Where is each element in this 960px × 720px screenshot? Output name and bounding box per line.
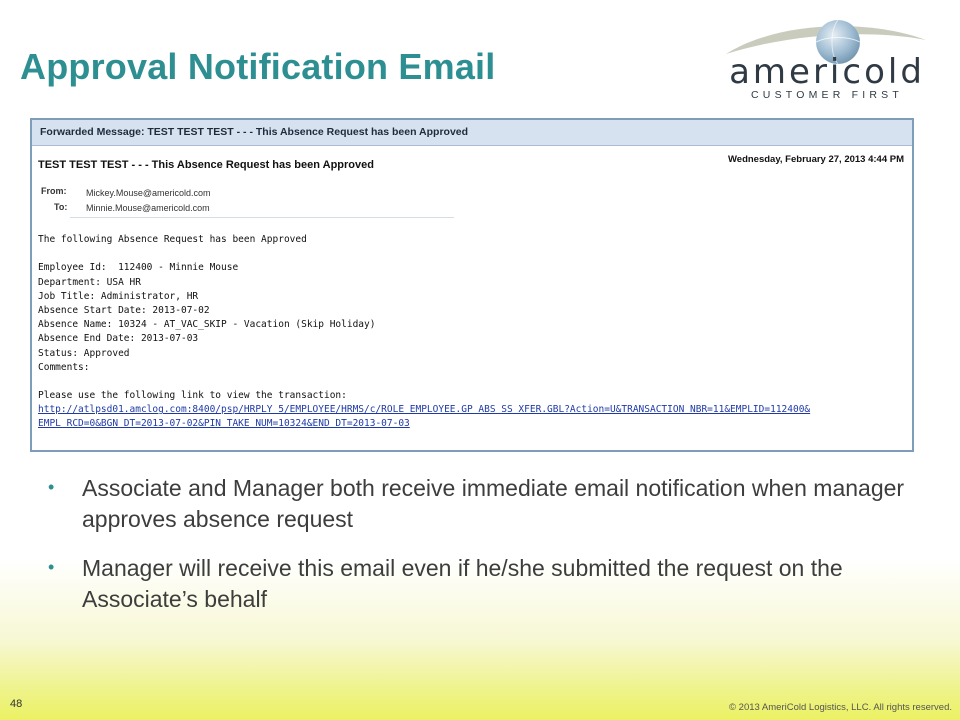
email-forward-bar: Forwarded Message: TEST TEST TEST - - - … [32,120,912,146]
bullet-text: Manager will receive this email even if … [82,555,843,612]
logo-wordmark: americold [729,52,925,92]
logo-tagline: CUSTOMER FIRST [751,89,903,101]
absence-start-date: Absence Start Date: 2013-07-02 [38,304,210,316]
americold-logo: americold CUSTOMER FIRST [716,16,936,104]
department: Department: USA HR [38,276,141,288]
from-address: Mickey.Mouse@americold.com [86,188,211,198]
to-address: Minnie.Mouse@americold.com [86,203,210,213]
bullet-dot-icon: • [48,477,55,497]
comments: Comments: [38,361,90,373]
absence-name: Absence Name: 10324 - AT_VAC_SKIP - Vaca… [38,319,376,331]
transaction-link-line-2[interactable]: EMPL RCD=0&BGN DT=2013-07-02&PIN TAKE NU… [38,418,410,429]
job-title: Job Title: Administrator, HR [38,290,199,302]
email-subject: TEST TEST TEST - - - This Absence Reques… [38,159,374,171]
to-label: To: [54,202,68,212]
email-body: The following Absence Request has been A… [32,219,912,432]
from-label: From: [41,186,67,196]
page-number: 48 [10,698,23,710]
bullet-item: • Associate and Manager both receive imm… [48,473,908,535]
bullet-item: • Manager will receive this email even i… [48,553,908,615]
address-box: Mickey.Mouse@americold.com Minnie.Mouse@… [70,184,454,218]
email-screenshot: Forwarded Message: TEST TEST TEST - - - … [30,118,914,452]
body-intro: The following Absence Request has been A… [38,234,307,245]
transaction-link-line-1[interactable]: http://atlpsd01.amclog.com:8400/psp/HRPL… [38,404,810,415]
bullet-text: Associate and Manager both receive immed… [82,475,905,532]
bullet-dot-icon: • [48,557,55,577]
copyright: © 2013 AmeriCold Logistics, LLC. All rig… [729,702,952,713]
bullet-list: • Associate and Manager both receive imm… [48,473,908,633]
employee-id: Employee Id: 112400 - Minnie Mouse [38,262,239,274]
email-header: TEST TEST TEST - - - This Absence Reques… [32,146,912,219]
email-date: Wednesday, February 27, 2013 4:44 PM [727,154,904,165]
slide-title: Approval Notification Email [20,46,496,87]
link-intro: Please use the following link to view th… [38,390,347,402]
status: Status: Approved [38,347,130,359]
absence-end-date: Absence End Date: 2013-07-03 [38,333,199,345]
